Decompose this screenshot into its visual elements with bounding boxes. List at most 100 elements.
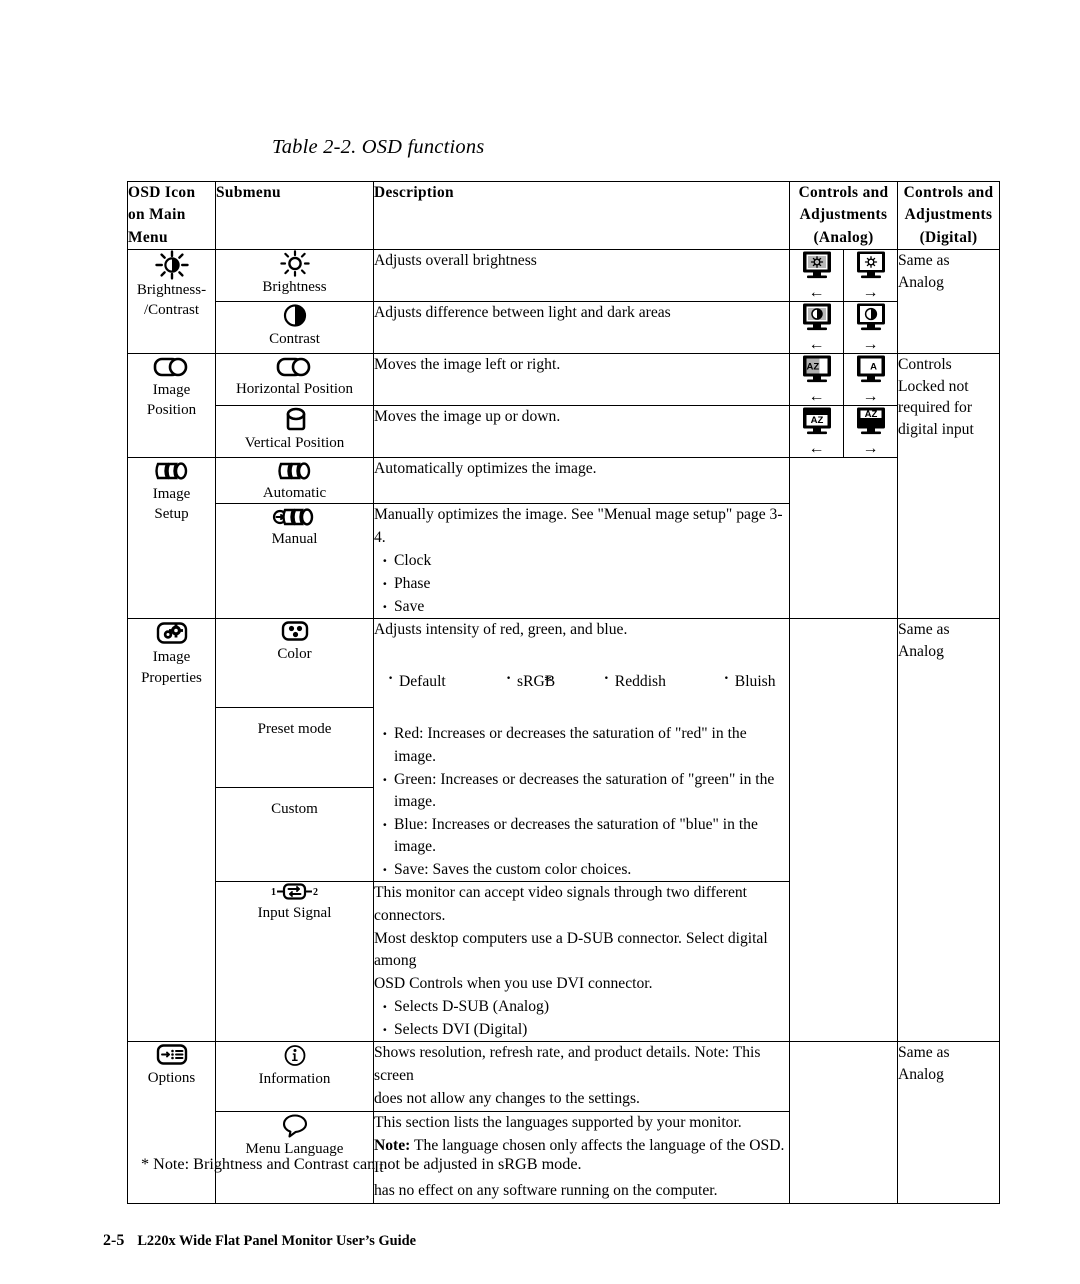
sun-icon (278, 250, 312, 277)
preset-option-reddish[interactable]: Reddish (604, 668, 724, 693)
image-setup-manual-icon (272, 508, 318, 527)
description-cell-color-group: Adjusts intensity of red, green, and blu… (373, 618, 790, 883)
table-row: Options Information Shows resolution, re… (127, 1041, 1000, 1205)
control-analog-vpos-up[interactable]: AZ ← (789, 404, 844, 458)
menu-label-line1: Options (147, 1070, 196, 1087)
list-item: Clock (380, 549, 789, 573)
control-analog-brightness-increase[interactable]: → (843, 248, 898, 302)
document-page: Table 2-2. OSD functions OSD Icon on Mai… (0, 0, 1080, 1284)
left-arrow-icon: ← (808, 439, 825, 457)
description-text: does not allow any changes to the settin… (374, 1089, 640, 1107)
image-setup-icon (152, 462, 192, 480)
description-text: This monitor can accept video signals th… (374, 884, 748, 924)
table-row: Brightness- /Contrast Brightness Adjusts… (127, 248, 1000, 354)
menu-label-line1: Brightness- (136, 281, 207, 298)
menu-label-line2: Position (146, 402, 197, 419)
monitor-contrast-increase-icon (855, 303, 887, 331)
right-arrow-icon: → (862, 283, 879, 301)
brightness-contrast-icon (151, 250, 193, 280)
left-arrow-icon: ← (808, 335, 825, 353)
menu-label-line1: Image (152, 381, 191, 398)
control-analog-contrast-increase[interactable]: → (843, 300, 898, 354)
empty-analog-cell (789, 456, 898, 620)
description-text: Most desktop computers use a D-SUB conne… (374, 929, 768, 969)
submenu-label: Input Signal (257, 905, 332, 922)
submenu-label: Automatic (262, 484, 327, 501)
image-position-icon (152, 357, 192, 377)
control-analog-hpos-left[interactable]: AZ ← (789, 352, 844, 406)
guide-title: L220x Wide Flat Panel Monitor User’s Gui… (137, 1233, 417, 1249)
table-footnote: * Note: Brightness and Contrast can not … (141, 1155, 582, 1173)
submenu-cell-contrast: Contrast (215, 300, 374, 354)
submenu-label: Preset mode (257, 721, 332, 738)
left-arrow-icon: ← (808, 387, 825, 405)
monitor-contrast-decrease-icon (801, 303, 833, 331)
description-text: This section lists the languages support… (374, 1113, 742, 1131)
header-controls-analog: Controls and Adjustments (Analog) (789, 181, 898, 250)
description-text: Adjusts difference between light and dar… (374, 303, 671, 321)
table-caption: Table 2-2. OSD functions (272, 136, 485, 158)
page-footer: 2-5 L220x Wide Flat Panel Monitor User’s … (103, 1232, 416, 1250)
description-text: OSD Controls when you use DVI connector. (374, 975, 653, 993)
description-cell-automatic: Automatically optimizes the image. (373, 456, 790, 505)
bullet-list: Selects D-SUB (Analog) Selects DVI (Digi… (374, 995, 789, 1042)
horizontal-position-icon (275, 357, 315, 377)
table-row: Image Properties Color Adjusts intensity… (127, 618, 1000, 1043)
left-arrow-icon: ← (808, 283, 825, 301)
description-cell-input-signal: This monitor can accept video signals th… (373, 881, 790, 1043)
list-item: Phase (380, 572, 789, 596)
description-text: Moves the image up or down. (374, 407, 561, 425)
preset-option-srgb[interactable]: sRGB (506, 668, 606, 693)
svg-text:2: 2 (313, 887, 318, 898)
page-number: 2-5 (103, 1232, 125, 1249)
description-cell-information: Shows resolution, refresh rate, and prod… (373, 1041, 790, 1112)
description-text: Shows resolution, refresh rate, and prod… (374, 1044, 761, 1084)
svg-text:AZ: AZ (810, 415, 823, 426)
submenu-cell-automatic: Automatic (215, 456, 374, 505)
submenu-cell-custom: Custom (215, 787, 374, 883)
submenu-label: Information (258, 1071, 331, 1088)
header-description: Description (373, 181, 790, 250)
submenu-label: Horizontal Position (235, 380, 354, 397)
color-dots-icon (276, 621, 314, 641)
menu-label-line2: Setup (154, 506, 189, 523)
header-osd-icon: OSD Icon on Main Menu (127, 181, 216, 250)
digital-text-line: Same as (898, 621, 950, 639)
control-analog-vpos-down[interactable]: AZ → (843, 404, 898, 458)
vertical-position-icon (275, 407, 315, 431)
menu-label-line1: Image (152, 485, 191, 502)
digital-text-line: Analog (898, 1065, 944, 1083)
description-cell-vertical-position: Moves the image up or down. (373, 404, 790, 458)
digital-cell-image-position: Controls Locked not required for digital… (897, 352, 1000, 620)
table-header-row: OSD Icon on Main Menu Submenu Descriptio… (127, 181, 1000, 250)
image-setup-auto-icon (275, 462, 315, 480)
control-analog-contrast-decrease[interactable]: ← (789, 300, 844, 354)
list-item: Save: Saves the custom color choices. (380, 858, 789, 882)
control-analog-hpos-right[interactable]: A → (843, 352, 898, 406)
preset-option-default[interactable]: Default (388, 668, 506, 693)
description-text: has no effect on any software running on… (374, 1182, 718, 1200)
right-arrow-icon: → (862, 335, 879, 353)
monitor-brightness-increase-icon (855, 251, 887, 279)
table-row: Image Setup Automatic Automatically opti… (127, 456, 1000, 620)
preset-option-bluish[interactable]: Bluish (724, 668, 776, 693)
header-submenu: Submenu (215, 181, 374, 250)
digital-cell-options: Same as Analog (897, 1041, 1000, 1205)
submenu-cell-information: Information (215, 1041, 374, 1112)
description-text: Automatically optimizes the image. (374, 459, 597, 477)
menu-cell-image-position: Image Position (127, 352, 216, 458)
monitor-vpos-down-icon: AZ (855, 407, 887, 435)
description-cell-horizontal-position: Moves the image left or right. (373, 352, 790, 406)
empty-analog-cell (789, 1041, 898, 1205)
monitor-hpos-left-icon: AZ (801, 355, 833, 383)
digital-text-line: Locked not (898, 377, 969, 395)
svg-text:AZ: AZ (806, 361, 819, 372)
description-cell-contrast: Adjusts difference between light and dar… (373, 300, 790, 354)
options-icon (151, 1044, 193, 1066)
control-analog-brightness-decrease[interactable]: ← (789, 248, 844, 302)
description-text: Manually optimizes the image. See "Menua… (374, 506, 783, 546)
bullet-list: Clock Phase Save (374, 549, 789, 620)
submenu-label: Vertical Position (244, 434, 345, 451)
description-cell-brightness: Adjusts overall brightness (373, 248, 790, 302)
menu-cell-image-setup: Image Setup (127, 456, 216, 620)
